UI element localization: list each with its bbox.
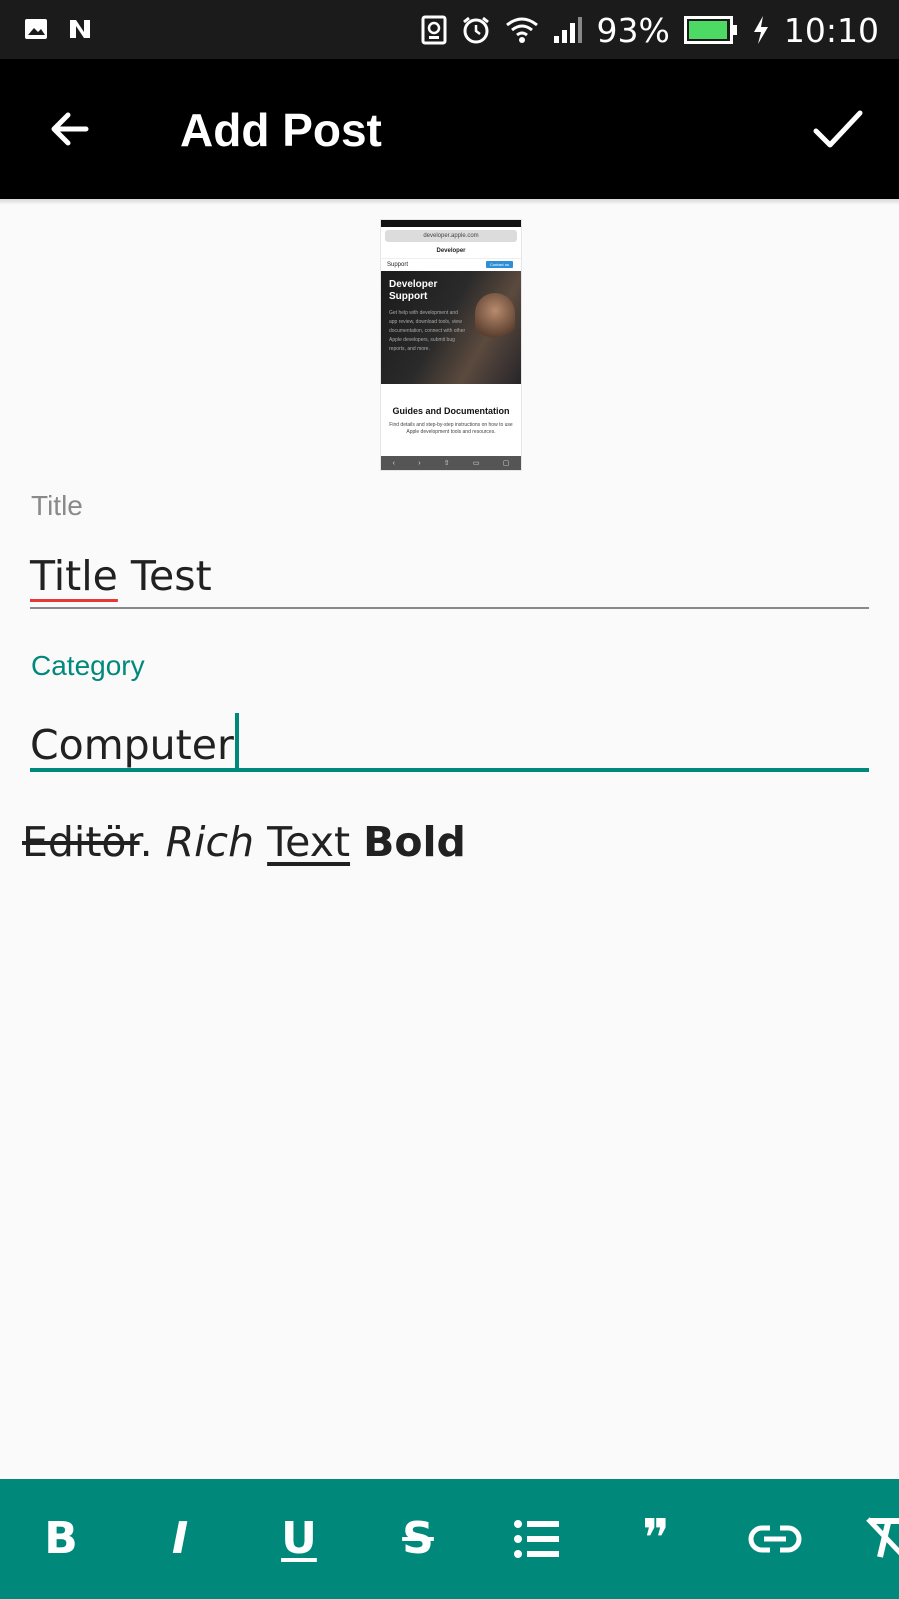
thumb-section: Support Contact us [381,259,521,271]
thumb-hero-title-line2: Support [389,291,428,302]
bold-button[interactable]: B [33,1511,89,1567]
thumb-contact-button: Contact us [485,261,513,268]
charging-icon [753,16,768,44]
category-input[interactable]: Computer [30,713,239,771]
editor-period: . [139,818,166,866]
thumb-browser-toolbar: ‹ › ⇧ ▭ ▢ [381,456,521,470]
thumb-share-icon: ⇧ [443,460,450,467]
title-underline [30,607,869,609]
editor-italic-text: Rich [165,818,255,866]
bullet-list-button[interactable] [509,1511,565,1567]
thumb-hero-body: Get help with development and app review… [389,310,466,352]
editor-bold-text: Bold [363,818,466,866]
thumb-brand: Developer [381,245,521,259]
underline-icon: U [281,1513,317,1564]
thumb-back-icon: ‹ [392,459,395,467]
battery-icon [683,16,737,44]
title-label: Title [31,490,83,521]
thumb-hero-title: Developer Support [389,279,437,303]
image-icon [25,19,47,39]
thumb-guides-title: Guides and Documentation [392,406,510,416]
wifi-icon [505,17,538,43]
quote-button[interactable]: ❞ [628,1511,684,1567]
format-toolbar: B I U S ❞ [0,1479,899,1599]
clear-format-icon [866,1517,899,1558]
post-image-thumbnail[interactable]: developer.apple.com Developer Support Co… [380,219,522,471]
bold-icon: B [44,1513,78,1564]
clear-format-button[interactable] [866,1511,899,1567]
thumb-tabs-icon: ▢ [502,460,510,467]
thumb-hero-title-line1: Developer [389,279,438,290]
category-label: Category [31,650,145,681]
thumb-hero-photo [475,293,515,343]
app-bar: Add Post [0,59,899,199]
strikethrough-button[interactable]: S [390,1511,446,1567]
bullet-list-icon [514,1520,559,1558]
nfc-icon [421,15,447,45]
app-bar-shadow [0,199,899,205]
italic-button[interactable]: I [152,1511,208,1567]
underline-button[interactable]: U [271,1511,327,1567]
check-icon[interactable] [812,105,864,153]
category-underline [30,768,869,772]
thumb-hero: Developer Support Get help with developm… [381,271,521,384]
arrow-left-icon[interactable] [46,105,94,153]
strikethrough-icon: S [402,1513,434,1564]
editor-strike-text: Editör [22,818,140,866]
status-bar: 93% 10:10 [0,0,899,59]
title-value-misspelled: Title [30,552,118,600]
title-input[interactable]: Title Test [30,552,212,600]
thumb-status-bar [381,220,521,227]
thumb-bookmarks-icon: ▭ [472,460,480,467]
link-icon [748,1525,802,1553]
signal-icon [553,17,582,43]
italic-icon: I [171,1513,189,1564]
n-app-icon [70,20,90,38]
thumb-guides-body: Find details and step-by-step instructio… [389,422,513,435]
category-value: Computer [30,721,234,769]
thumb-section-label: Support [387,262,409,268]
link-button[interactable] [747,1511,803,1567]
quote-icon: ❞ [642,1509,670,1569]
alarm-icon [462,16,489,44]
editor-underline-text: Text [267,818,351,866]
thumb-forward-icon: › [418,459,421,467]
rich-text-editor[interactable]: Editör. Rich Text Bold [22,818,466,866]
title-value-rest: Test [117,552,212,600]
battery-percent: 93% [596,10,670,50]
page-title: Add Post [180,104,382,156]
clock: 10:10 [783,10,879,50]
text-cursor [234,713,239,771]
thumb-url-bar: developer.apple.com [385,230,517,242]
